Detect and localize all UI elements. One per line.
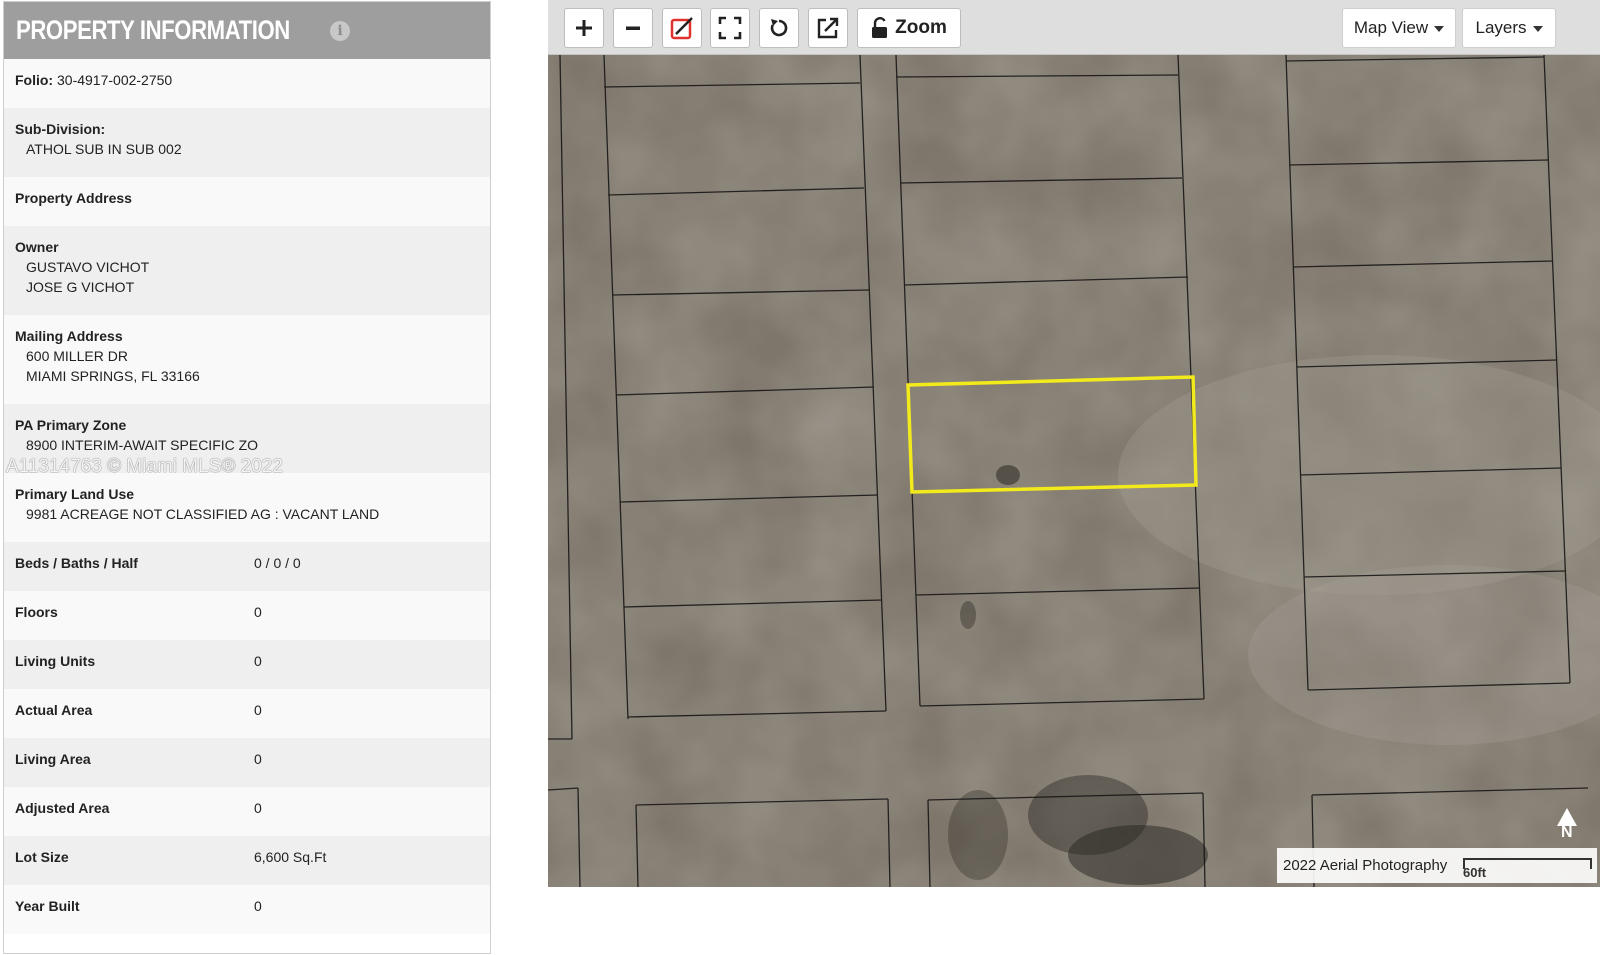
fact-label: Actual Area bbox=[15, 702, 93, 718]
north-label: N bbox=[1561, 824, 1573, 841]
parcel-map[interactable]: Zoom Map View Layers N bbox=[548, 0, 1600, 887]
fact-value: 0 bbox=[254, 702, 262, 718]
owner-name-2: JOSE G VICHOT bbox=[26, 279, 135, 295]
fact-row-adjusted-area: Adjusted Area 0 bbox=[4, 787, 490, 836]
subdivision-label: Sub-Division: bbox=[15, 121, 106, 137]
owner-row: Owner GUSTAVO VICHOT JOSE G VICHOT bbox=[4, 226, 490, 315]
aerial-map-canvas[interactable] bbox=[548, 54, 1600, 887]
fact-label: Year Built bbox=[15, 898, 80, 914]
fact-value: 6,600 Sq.Ft bbox=[254, 849, 327, 865]
export-icon bbox=[817, 17, 839, 39]
plus-icon bbox=[576, 20, 592, 36]
fact-label: Living Area bbox=[15, 751, 91, 767]
subdivision-value: ATHOL SUB IN SUB 002 bbox=[26, 141, 182, 157]
map-view-dropdown[interactable]: Map View bbox=[1342, 8, 1456, 48]
panel-title: PROPERTY INFORMATION bbox=[16, 15, 290, 45]
fact-label: Adjusted Area bbox=[15, 800, 110, 816]
minus-icon bbox=[626, 26, 640, 30]
zoom-label: Zoom bbox=[895, 17, 947, 38]
zoom-lock-button[interactable]: Zoom bbox=[857, 8, 961, 48]
fact-value: 0 bbox=[254, 800, 262, 816]
layers-label: Layers bbox=[1475, 18, 1527, 37]
property-address-row: Property Address bbox=[4, 177, 490, 226]
land-use-value: 9981 ACREAGE NOT CLASSIFIED AG : VACANT … bbox=[26, 506, 380, 522]
mailing-address-row: Mailing Address 600 MILLER DR MIAMI SPRI… bbox=[4, 315, 490, 404]
fact-row-beds-baths: Beds / Baths / Half 0 / 0 / 0 bbox=[4, 542, 490, 591]
owner-label: Owner bbox=[15, 239, 59, 255]
chevron-down-icon bbox=[1532, 26, 1543, 32]
north-arrow: N bbox=[1552, 806, 1582, 846]
map-scale-box: 2022 Aerial Photography 60ft bbox=[1277, 848, 1597, 883]
folio-value: 30-4917-002-2750 bbox=[57, 72, 173, 88]
fact-label: Lot Size bbox=[15, 849, 69, 865]
mailing-address-label: Mailing Address bbox=[15, 328, 123, 344]
fullscreen-icon bbox=[718, 16, 742, 40]
primary-zone-row: PA Primary Zone 8900 INTERIM-AWAIT SPECI… bbox=[4, 404, 490, 473]
folio-label: Folio: bbox=[15, 72, 54, 88]
folio-row: Folio: 30-4917-002-2750 bbox=[4, 59, 490, 108]
fact-label: Floors bbox=[15, 604, 58, 620]
fact-value: 0 / 0 / 0 bbox=[254, 555, 301, 571]
fact-value: 0 bbox=[254, 898, 262, 914]
owner-name-1: GUSTAVO VICHOT bbox=[26, 259, 150, 275]
layers-dropdown[interactable]: Layers bbox=[1462, 8, 1556, 48]
fact-row-year-built: Year Built 0 bbox=[4, 885, 490, 934]
zoom-out-button[interactable] bbox=[613, 8, 653, 48]
fact-value: 0 bbox=[254, 751, 262, 767]
fullscreen-button[interactable] bbox=[710, 8, 750, 48]
primary-zone-label: PA Primary Zone bbox=[15, 417, 127, 433]
fact-row-lot-size: Lot Size 6,600 Sq.Ft bbox=[4, 836, 490, 885]
fact-label: Living Units bbox=[15, 653, 96, 669]
map-toolbar: Zoom Map View Layers bbox=[548, 0, 1600, 55]
fact-row-living-area: Living Area 0 bbox=[4, 738, 490, 787]
land-use-label: Primary Land Use bbox=[15, 486, 135, 502]
refresh-button[interactable] bbox=[759, 8, 799, 48]
unlock-icon bbox=[872, 17, 888, 38]
fact-value: 0 bbox=[254, 653, 262, 669]
mailing-address-line-2: MIAMI SPRINGS, FL 33166 bbox=[26, 368, 200, 384]
property-information-panel: PROPERTY INFORMATION i Folio: 30-4917-00… bbox=[3, 1, 491, 954]
zoom-in-button[interactable] bbox=[564, 8, 604, 48]
fact-row-floors: Floors 0 bbox=[4, 591, 490, 640]
panel-header: PROPERTY INFORMATION i bbox=[4, 2, 490, 59]
refresh-icon bbox=[770, 19, 788, 37]
draw-icon bbox=[670, 17, 693, 40]
primary-zone-value: 8900 INTERIM-AWAIT SPECIFIC ZO bbox=[26, 437, 259, 453]
info-icon[interactable]: i bbox=[330, 20, 351, 41]
imagery-caption: 2022 Aerial Photography bbox=[1283, 857, 1448, 874]
scale-label: 60ft bbox=[1463, 865, 1487, 880]
chevron-down-icon bbox=[1434, 26, 1445, 32]
fact-label: Beds / Baths / Half bbox=[15, 555, 138, 571]
fact-row-living-units: Living Units 0 bbox=[4, 640, 490, 689]
mailing-address-line-1: 600 MILLER DR bbox=[26, 348, 128, 364]
draw-button[interactable] bbox=[662, 8, 702, 48]
land-use-row: Primary Land Use 9981 ACREAGE NOT CLASSI… bbox=[4, 473, 490, 542]
fact-value: 0 bbox=[254, 604, 262, 620]
subdivision-row: Sub-Division: ATHOL SUB IN SUB 002 bbox=[4, 108, 490, 177]
fact-row-actual-area: Actual Area 0 bbox=[4, 689, 490, 738]
export-button[interactable] bbox=[808, 8, 848, 48]
map-view-label: Map View bbox=[1353, 18, 1429, 37]
property-address-label: Property Address bbox=[15, 190, 132, 206]
